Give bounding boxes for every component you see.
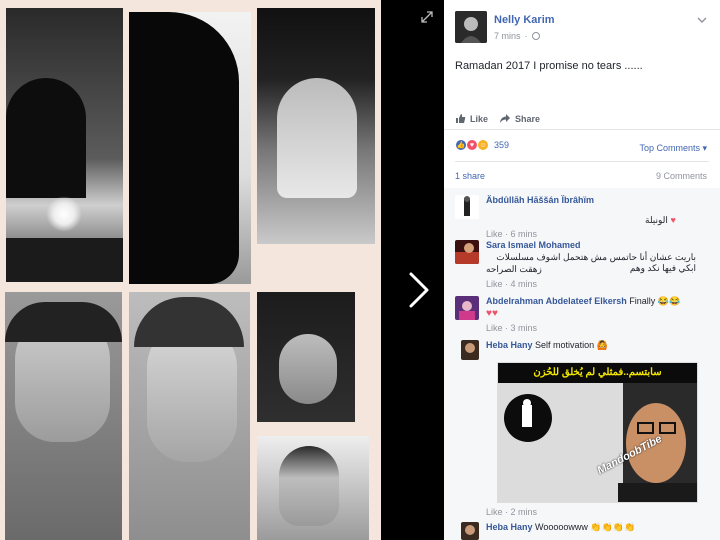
avatar[interactable] xyxy=(461,522,479,540)
photo-area xyxy=(0,0,444,540)
commenter-name[interactable]: Heba Hany Self motivation 🙆 xyxy=(486,340,608,351)
commenter-name-text: Heba Hany xyxy=(486,522,533,532)
comment-meta: Like · 6 mins xyxy=(486,229,538,239)
heart-emoji-icon: ♥ xyxy=(670,215,676,225)
top-comments-dropdown[interactable]: Top Comments ▾ xyxy=(639,143,707,154)
collage-photo-3 xyxy=(257,8,375,244)
reaction-count: 359 xyxy=(494,140,510,150)
laughing-emoji-icon: 😂😂 xyxy=(657,296,681,306)
avatar[interactable] xyxy=(461,340,479,360)
globe-icon xyxy=(531,32,540,40)
collage-photo-7 xyxy=(257,436,369,540)
meme-caption: سابتسم..فمثلي لم يُخلق للحُزن xyxy=(498,363,697,383)
comment-text: الونيلة ♥ xyxy=(645,215,676,226)
comment-meta: Like · 4 mins xyxy=(486,279,538,289)
comment-item: Heba Hany Self motivation 🙆 سابتسم..فمثل… xyxy=(455,340,715,518)
commenter-name[interactable]: Äbdûllāh Hāššán Ïbrâhïm xyxy=(486,195,594,205)
share-button[interactable]: Share xyxy=(499,113,540,124)
avatar[interactable] xyxy=(455,296,479,320)
post-side-panel: Nelly Karim 7 mins · Ramadan 2017 I prom… xyxy=(444,0,720,540)
clap-emoji-icon: 👏👏👏👏 xyxy=(590,522,636,532)
divider xyxy=(455,161,709,162)
like-icon xyxy=(456,114,466,123)
collage-photo-2 xyxy=(129,12,251,284)
collage-photo-6 xyxy=(257,292,355,422)
comment-text-line2: زهقت الصراحه xyxy=(486,264,542,274)
post-timestamp[interactable]: 7 mins · xyxy=(494,31,540,41)
comments-count[interactable]: 9 Comments xyxy=(656,171,707,181)
comments-section: Äbdûllāh Hāššán Ïbrâhïm الونيلة ♥ Like ·… xyxy=(444,188,720,540)
avatar[interactable] xyxy=(455,240,479,264)
top-comments-label: Top Comments xyxy=(639,143,700,153)
post-text: Ramadan 2017 I promise no tears ...... xyxy=(455,60,643,72)
chevron-down-icon[interactable] xyxy=(696,14,708,26)
comment-item: Abdelrahman Abdelateef Elkersh Finally 😂… xyxy=(455,296,715,336)
photo-collage[interactable] xyxy=(0,0,381,540)
comment-text-value: الونيلة xyxy=(645,215,668,225)
like-label: Like xyxy=(470,113,489,124)
hearts-emoji-icon: ♥♥ xyxy=(486,308,498,319)
meme-picture xyxy=(498,383,697,502)
post-time-text: 7 mins xyxy=(494,31,521,41)
post-header: Nelly Karim 7 mins · xyxy=(444,0,720,52)
post-actions: Like Share xyxy=(444,110,720,130)
comment-text: Wooooowww xyxy=(535,522,588,532)
expand-icon[interactable] xyxy=(420,10,434,24)
comment-meta: Like · 3 mins xyxy=(486,323,538,333)
share-label: Share xyxy=(515,113,541,124)
shares-count[interactable]: 1 share xyxy=(455,171,485,181)
comment-item: Heba Hany Wooooowww 👏👏👏👏 xyxy=(455,522,715,540)
post-author-name[interactable]: Nelly Karim xyxy=(494,14,555,26)
commenter-name-text: Abdelrahman Abdelateef Elkersh xyxy=(486,296,627,306)
comment-meme-image[interactable]: سابتسم..فمثلي لم يُخلق للحُزن MandoobTib… xyxy=(497,362,698,503)
photo-viewer: Nelly Karim 7 mins · Ramadan 2017 I prom… xyxy=(0,0,720,540)
avatar[interactable] xyxy=(455,11,487,43)
avatar[interactable] xyxy=(455,195,479,219)
commenter-name[interactable]: Abdelrahman Abdelateef Elkersh Finally 😂… xyxy=(486,296,680,307)
share-icon xyxy=(500,114,510,123)
collage-photo-1 xyxy=(6,8,123,282)
next-arrow-icon[interactable] xyxy=(405,268,433,312)
comment-item: Äbdûllāh Hāššán Ïbrâhïm الونيلة ♥ Like ·… xyxy=(455,195,715,239)
comment-meta: Like · 2 mins xyxy=(486,507,538,517)
face-emoji-icon: 🙆 xyxy=(596,340,608,350)
commenter-name[interactable]: Heba Hany Wooooowww 👏👏👏👏 xyxy=(486,522,635,533)
comment-text: Self motivation xyxy=(535,340,595,350)
comment-item: Sara Ismael Mohamed باريت عشان أنا حاتمس… xyxy=(455,240,715,290)
like-button[interactable]: Like xyxy=(455,113,488,124)
haha-reaction-icon: ☺ xyxy=(477,139,489,151)
collage-photo-4 xyxy=(5,292,122,540)
reaction-summary[interactable]: 👍 ♥ ☺ 359 xyxy=(455,139,509,151)
comment-text: Finally xyxy=(629,296,656,306)
commenter-name-text: Heba Hany xyxy=(486,340,533,350)
commenter-name[interactable]: Sara Ismael Mohamed xyxy=(486,240,581,250)
collage-photo-5 xyxy=(129,292,250,540)
